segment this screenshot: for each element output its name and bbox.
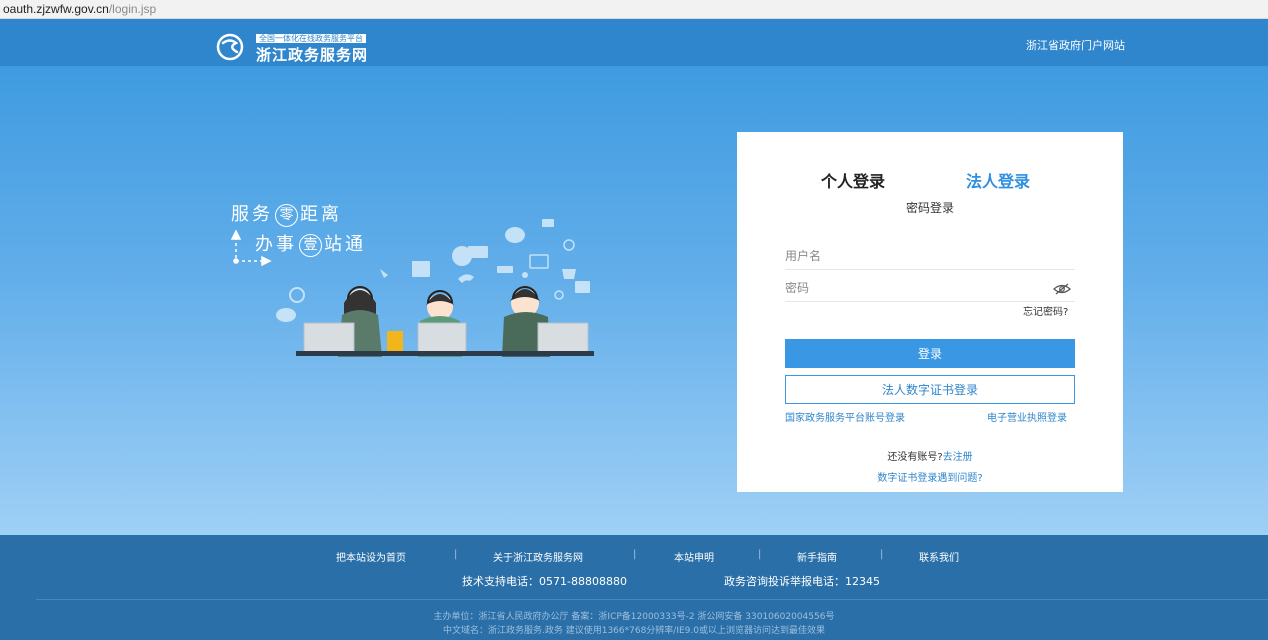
footer-nav: 把本站设为首页 | 关于浙江政务服务网 | 本站申明 | 新手指南 | 联系我们	[0, 549, 1268, 564]
forgot-password-link[interactable]: 忘记密码?	[1023, 303, 1068, 318]
footer-separator: |	[633, 549, 637, 560]
hero-banner: 服务零距离 办事壹站通 个人登录 法人登录 密码登录 用户名 忘记密码? 登录 …	[0, 66, 1268, 535]
footer-separator: |	[454, 549, 458, 560]
footer-link-about[interactable]: 关于浙江政务服务网	[493, 549, 583, 564]
globe-icon	[452, 246, 472, 266]
footer-separator: |	[880, 549, 884, 560]
image-icon	[575, 281, 590, 293]
service-staff-illustration	[230, 219, 594, 357]
login-button[interactable]: 登录	[785, 339, 1075, 368]
cart-icon	[562, 269, 576, 279]
show-password-eye-icon[interactable]	[1053, 283, 1071, 295]
complaint-hotline: 政务咨询投诉举报电话：12345	[724, 575, 880, 588]
url-host: oauth.zjzwfw.gov.cn	[3, 2, 109, 16]
e-license-login-link[interactable]: 电子营业执照登录	[987, 409, 1067, 424]
password-input[interactable]	[785, 274, 1075, 302]
login-mode-title: 密码登录	[905, 201, 954, 215]
logo-tagline: 全国一体化在线政务服务平台	[256, 34, 366, 43]
logo-title: 浙江政务服务网	[256, 46, 369, 64]
monitor-icon	[529, 254, 549, 269]
no-account-text: 还没有账号?	[887, 452, 943, 463]
footer-sponsor-info: 主办单位：浙江省人民政府办公厅 备案：浙ICP备12000333号-2 浙公网安…	[433, 612, 835, 622]
browser-url-bar[interactable]: oauth.zjzwfw.gov.cn/login.jsp	[0, 0, 1268, 19]
site-header: 全国一体化在线政务服务平台 浙江政务服务网 浙江省政府门户网站	[0, 19, 1268, 66]
url-path: /login.jsp	[108, 2, 157, 16]
site-footer: 把本站设为首页 | 关于浙江政务服务网 | 本站申明 | 新手指南 | 联系我们…	[0, 535, 1268, 640]
monitors	[303, 322, 589, 354]
footer-separator: |	[758, 549, 762, 560]
logo-mark-icon	[216, 33, 244, 61]
phone-icon	[458, 274, 474, 283]
register-link[interactable]: 去注册	[943, 452, 973, 463]
folder-icon	[412, 261, 430, 277]
keyboard-icon	[497, 266, 513, 273]
tab-corp-login[interactable]: 法人登录	[966, 168, 1030, 192]
desk	[296, 351, 594, 356]
speech-icon	[276, 308, 296, 322]
national-platform-login-link[interactable]: 国家政务服务平台账号登录	[785, 409, 905, 424]
footer-link-contact[interactable]: 联系我们	[919, 549, 959, 564]
corp-cert-login-button[interactable]: 法人数字证书登录	[785, 375, 1075, 404]
cert-help-link[interactable]: 数字证书登录遇到问题?	[737, 469, 1123, 484]
footer-domain-info: 中文域名：浙江政务服务.政务 建议使用1366*768分辨率/IE9.0或以上浏…	[443, 626, 825, 636]
footer-link-guide[interactable]: 新手指南	[797, 549, 837, 564]
mail-icon	[542, 219, 554, 227]
username-input[interactable]	[785, 242, 1075, 270]
small-circle-icon	[554, 290, 564, 300]
register-row: 还没有账号?去注册	[737, 448, 1123, 463]
dashed-arrow-icon	[230, 229, 272, 267]
phone-handset-icon	[387, 331, 403, 351]
dot-icon	[522, 272, 528, 278]
site-logo[interactable]: 全国一体化在线政务服务平台 浙江政务服务网	[216, 33, 386, 67]
gov-portal-link[interactable]: 浙江省政府门户网站	[1026, 37, 1125, 53]
circle-icon	[563, 239, 575, 251]
footer-link-set-homepage[interactable]: 把本站设为首页	[336, 549, 406, 564]
gear-icon	[289, 287, 305, 303]
login-card: 个人登录 法人登录 密码登录 忘记密码? 登录 法人数字证书登录 国家政务服务平…	[737, 132, 1123, 492]
tech-support-hotline: 技术支持电话：0571-88808880	[462, 575, 627, 588]
footer-link-statement[interactable]: 本站申明	[674, 549, 714, 564]
cursor-icon	[380, 269, 388, 278]
footer-divider	[36, 599, 1268, 600]
tab-personal-login[interactable]: 个人登录	[821, 168, 885, 192]
chat-bubble-icon	[505, 227, 525, 243]
